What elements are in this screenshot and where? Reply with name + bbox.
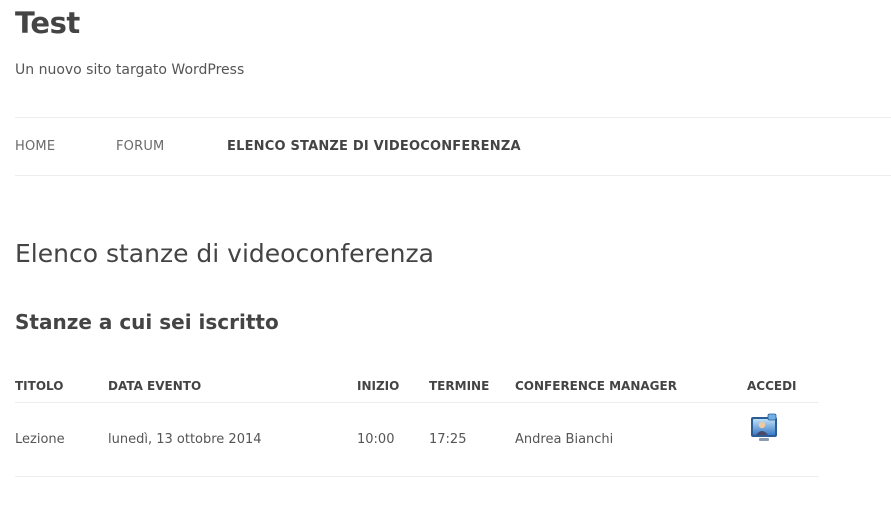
column-header-inizio: INIZIO <box>357 370 429 403</box>
column-header-conference-manager: CONFERENCE MANAGER <box>515 370 747 403</box>
cell-manager: Andrea Bianchi <box>515 402 747 477</box>
cell-termine: 17:25 <box>429 402 515 477</box>
site-title[interactable]: Test <box>15 6 80 40</box>
cell-inizio: 10:00 <box>357 402 429 477</box>
videoconference-icon[interactable] <box>747 413 781 445</box>
cell-titolo: Lezione <box>15 402 108 477</box>
join-videoconference-button[interactable] <box>747 413 781 445</box>
column-header-termine: TERMINE <box>429 370 515 403</box>
page-title: Elenco stanze di videoconferenza <box>15 239 434 268</box>
column-header-titolo: TITOLO <box>15 370 108 403</box>
table-header-row: TITOLO DATA EVENTO INIZIO TERMINE CONFER… <box>15 370 819 403</box>
nav-item-home[interactable]: HOME <box>15 139 55 154</box>
section-title: Stanze a cui sei iscritto <box>15 310 279 334</box>
cell-accedi <box>747 402 819 477</box>
column-header-accedi: ACCEDI <box>747 370 819 403</box>
column-header-data-evento: DATA EVENTO <box>108 370 357 403</box>
table-row: Lezione lunedì, 13 ottobre 2014 10:00 17… <box>15 402 819 477</box>
rooms-table: TITOLO DATA EVENTO INIZIO TERMINE CONFER… <box>15 370 819 477</box>
site-description: Un nuovo sito targato WordPress <box>15 62 245 78</box>
nav-item-forum[interactable]: FORUM <box>116 139 164 154</box>
cell-data-evento: lunedì, 13 ottobre 2014 <box>108 402 357 477</box>
main-navigation: HOME FORUM ELENCO STANZE DI VIDEOCONFERE… <box>15 117 891 176</box>
nav-item-videoconference-rooms[interactable]: ELENCO STANZE DI VIDEOCONFERENZA <box>227 139 521 154</box>
